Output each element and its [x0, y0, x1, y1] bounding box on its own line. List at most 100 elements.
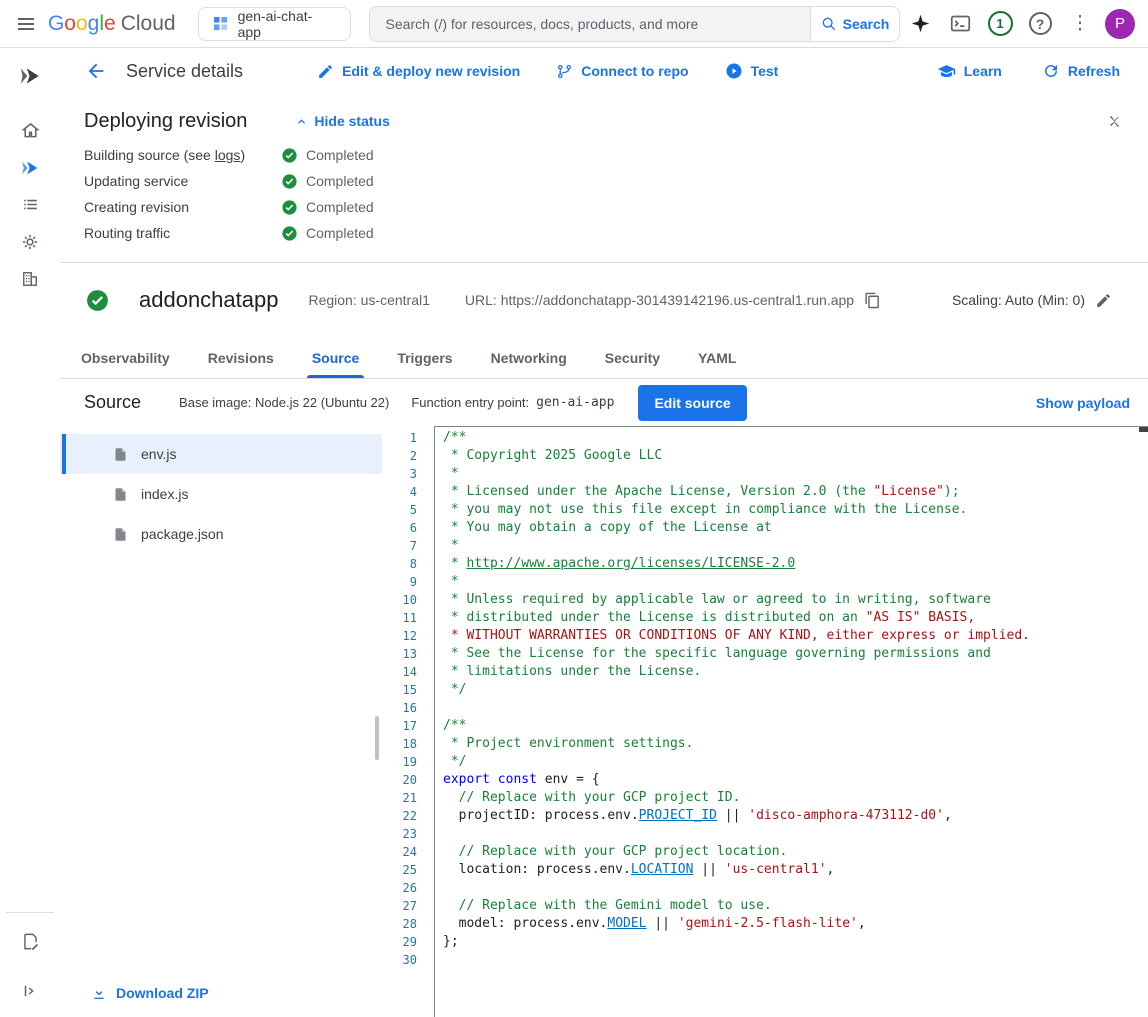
- account-button[interactable]: P: [1100, 4, 1140, 44]
- tab-yaml[interactable]: YAML: [679, 337, 755, 378]
- gemini-button[interactable]: [900, 4, 940, 44]
- tab-networking[interactable]: Networking: [472, 337, 586, 378]
- close-icon: [1105, 112, 1124, 131]
- connect-repo-button[interactable]: Connect to repo: [556, 63, 688, 80]
- project-selector[interactable]: gen-ai-chat-app: [198, 7, 351, 41]
- project-name: gen-ai-chat-app: [238, 8, 336, 40]
- step-status: Completed: [306, 225, 374, 241]
- google-cloud-logo: Google Cloud: [48, 12, 176, 36]
- editor-scrollbar-thumb[interactable]: [1139, 427, 1148, 432]
- file-name: env.js: [141, 446, 177, 462]
- notifications-button[interactable]: 1: [980, 4, 1020, 44]
- editor-code[interactable]: /** * Copyright 2025 Google LLC * * Lice…: [434, 426, 1148, 1017]
- kebab-icon: ⋮: [1071, 14, 1090, 33]
- file-icon: [113, 527, 128, 542]
- rail-cloud-run-button[interactable]: [6, 149, 54, 186]
- play-circle-icon: [725, 62, 743, 80]
- repo-branch-icon: [556, 63, 573, 80]
- search-button[interactable]: Search: [810, 7, 899, 41]
- file-item-index-js[interactable]: index.js: [60, 474, 382, 514]
- show-payload-button[interactable]: Show payload: [1036, 395, 1130, 411]
- back-button[interactable]: [76, 51, 116, 91]
- search-input[interactable]: [370, 7, 810, 41]
- download-zip-button[interactable]: Download ZIP: [91, 985, 209, 1001]
- rail-release-notes-button[interactable]: [6, 923, 54, 960]
- tab-triggers[interactable]: Triggers: [378, 337, 471, 378]
- copy-url-button[interactable]: [864, 292, 881, 309]
- page-title: Service details: [126, 61, 243, 82]
- panel-expand-icon: [21, 982, 39, 1000]
- edit-deploy-button[interactable]: Edit & deploy new revision: [317, 63, 520, 80]
- home-icon: [20, 120, 41, 141]
- status-step-revision: Creating revision Completed: [84, 194, 1132, 220]
- source-heading: Source: [84, 392, 141, 413]
- doc-edit-icon: [21, 932, 40, 951]
- search-bar: Search: [369, 6, 900, 42]
- cloud-run-icon: [19, 157, 41, 179]
- file-item-package-json[interactable]: package.json: [60, 514, 382, 554]
- tab-security[interactable]: Security: [586, 337, 679, 378]
- file-item-env-js[interactable]: env.js: [60, 434, 382, 474]
- close-status-button[interactable]: [1096, 103, 1132, 139]
- pencil-icon: [1095, 292, 1112, 309]
- entry-point-value: gen-ai-app: [536, 395, 614, 410]
- rail-collapse-button[interactable]: [6, 972, 54, 1009]
- hamburger-icon: [17, 15, 35, 33]
- search-icon: [821, 16, 837, 32]
- service-header: addonchatapp Region: us-central1 URL: ht…: [60, 263, 1148, 337]
- tab-observability[interactable]: Observability: [62, 337, 189, 378]
- copy-icon: [864, 292, 881, 309]
- file-panel-scrollbar[interactable]: [375, 716, 379, 760]
- step-status: Completed: [306, 173, 374, 189]
- deploy-status-panel: Deploying revision Hide status Building …: [60, 94, 1148, 263]
- logo-google: Google: [48, 12, 116, 36]
- hide-status-button[interactable]: Hide status: [295, 113, 389, 129]
- help-button[interactable]: ?: [1020, 4, 1060, 44]
- edit-scaling-button[interactable]: [1095, 292, 1112, 309]
- refresh-button[interactable]: Refresh: [1042, 62, 1120, 80]
- file-name: package.json: [141, 526, 224, 542]
- tab-revisions[interactable]: Revisions: [189, 337, 293, 378]
- back-arrow-icon: [85, 60, 107, 82]
- status-step-building: Building source (see logs) Completed: [84, 142, 1132, 168]
- action-bar: Service details Edit & deploy new revisi…: [60, 48, 1148, 94]
- gemini-sparkle-icon: [910, 13, 931, 34]
- refresh-icon: [1042, 62, 1060, 80]
- learn-icon: [937, 62, 956, 81]
- notification-badge: 1: [988, 11, 1013, 36]
- download-icon: [91, 985, 107, 1001]
- step-status: Completed: [306, 199, 374, 215]
- pencil-icon: [317, 63, 334, 80]
- test-button[interactable]: Test: [725, 62, 779, 80]
- top-bar: Google Cloud gen-ai-chat-app Search 1 ? …: [0, 0, 1148, 48]
- cloud-shell-button[interactable]: [940, 4, 980, 44]
- check-circle-icon: [281, 225, 298, 242]
- check-circle-icon: [281, 199, 298, 216]
- rail-home-button[interactable]: [6, 112, 54, 149]
- source-toolbar: Source Base image: Node.js 22 (Ubuntu 22…: [60, 379, 1148, 426]
- logs-link[interactable]: logs: [215, 147, 241, 163]
- menu-button[interactable]: [6, 4, 46, 44]
- service-url: URL: https://addonchatapp-301439142196.u…: [465, 292, 881, 309]
- service-region: Region: us-central1: [308, 292, 429, 308]
- service-url-value: https://addonchatapp-301439142196.us-cen…: [501, 292, 854, 308]
- edit-source-button[interactable]: Edit source: [638, 385, 746, 421]
- code-editor[interactable]: 1234567891011121314151617181920212223242…: [382, 426, 1148, 1017]
- logo-cloud: Cloud: [121, 12, 176, 36]
- avatar: P: [1105, 9, 1135, 39]
- service-scaling: Scaling: Auto (Min: 0): [952, 292, 1112, 309]
- cloud-shell-icon: [950, 13, 971, 34]
- learn-button[interactable]: Learn: [937, 62, 1002, 81]
- rail-organization-button[interactable]: [6, 260, 54, 297]
- source-content: env.js index.js package.json Download ZI…: [60, 426, 1148, 1017]
- file-panel: env.js index.js package.json Download ZI…: [60, 426, 382, 1017]
- chevron-up-icon: [295, 115, 308, 128]
- tab-source[interactable]: Source: [293, 337, 378, 378]
- top-bar-icons: 1 ? ⋮ P: [900, 4, 1140, 44]
- rail-bottom-section: [6, 912, 54, 1017]
- rail-settings-button[interactable]: [6, 223, 54, 260]
- rail-list-button[interactable]: [6, 186, 54, 223]
- left-nav-rail: [0, 48, 60, 1017]
- list-icon: [21, 195, 40, 214]
- more-options-button[interactable]: ⋮: [1060, 4, 1100, 44]
